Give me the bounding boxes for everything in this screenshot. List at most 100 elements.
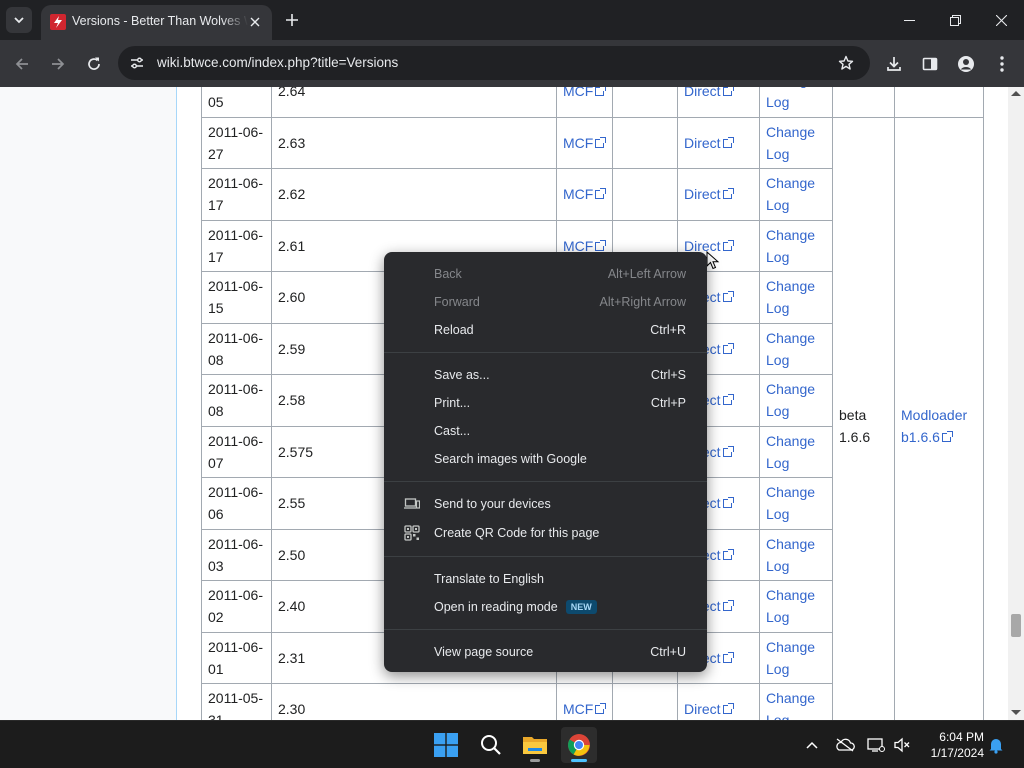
changelog-link-text[interactable]: Change Log	[766, 87, 815, 110]
changelog-link-text[interactable]: Change Log	[766, 484, 815, 522]
menu-item-shortcut: Ctrl+U	[650, 645, 686, 659]
changelog-link[interactable]: Change Log	[759, 580, 833, 633]
external-link-icon	[722, 342, 734, 354]
onedrive-icon[interactable]	[835, 735, 855, 755]
menu-item-qr-code[interactable]: Create QR Code for this page	[384, 519, 707, 547]
changelog-link-text[interactable]: Change Log	[766, 227, 815, 265]
menu-item-back[interactable]: Back Alt+Left Arrow	[384, 260, 707, 288]
show-hidden-icons-button[interactable]	[802, 735, 822, 755]
forward-button[interactable]	[44, 50, 72, 78]
profile-button[interactable]	[952, 50, 980, 78]
changelog-link[interactable]: Change Log	[759, 219, 833, 272]
network-icon[interactable]	[866, 735, 886, 755]
start-button[interactable]	[428, 727, 464, 763]
chrome-menu-button[interactable]	[988, 50, 1016, 78]
date-cell: 2011-06- 07	[201, 425, 272, 478]
changelog-link-text[interactable]: Change Log	[766, 433, 815, 471]
mcf-link[interactable]: MCF	[556, 87, 613, 118]
menu-item-print[interactable]: Print... Ctrl+P	[384, 389, 707, 417]
chrome-taskbar-button[interactable]	[561, 727, 597, 763]
close-tab-icon[interactable]	[244, 11, 266, 33]
address-bar[interactable]: wiki.btwce.com/index.php?title=Versions	[118, 46, 870, 80]
direct-link[interactable]: Direct	[677, 87, 760, 118]
new-tab-button[interactable]	[279, 6, 305, 34]
menu-item-shortcut: Alt+Left Arrow	[607, 267, 686, 281]
mcf-link-text[interactable]: MCF	[563, 701, 593, 717]
menu-item-reload[interactable]: Reload Ctrl+R	[384, 316, 707, 344]
search-button[interactable]	[473, 727, 509, 763]
direct-link[interactable]: Direct	[677, 116, 760, 169]
taskbar-clock[interactable]: 6:04 PM 1/17/2024	[922, 729, 984, 761]
date-cell-text: 2011-06- 03	[208, 535, 264, 574]
menu-item-reading-mode[interactable]: Open in reading mode NEW	[384, 593, 707, 621]
direct-link-text[interactable]: Direct	[684, 135, 721, 151]
external-link-icon	[941, 431, 953, 442]
menu-item-save-as[interactable]: Save as... Ctrl+S	[384, 361, 707, 389]
mcf-link[interactable]: MCF	[556, 683, 613, 720]
date-cell-text: 2011-06- 08	[208, 329, 264, 368]
changelog-link[interactable]: Change Log	[759, 116, 833, 169]
menu-item-label: Back	[434, 267, 462, 281]
mcf-link[interactable]: MCF	[556, 116, 613, 169]
changelog-link[interactable]: Change Log	[759, 87, 833, 118]
changelog-link[interactable]: Change Log	[759, 683, 833, 720]
notification-bell-icon[interactable]	[986, 735, 1006, 755]
changelog-link[interactable]: Change Log	[759, 477, 833, 530]
menu-item-send-to-devices[interactable]: Send to your devices	[384, 490, 707, 518]
direct-link-text[interactable]: Direct	[684, 701, 721, 717]
back-button[interactable]	[8, 50, 36, 78]
scroll-up-arrow-icon[interactable]	[1011, 91, 1021, 96]
minimize-button[interactable]	[886, 0, 932, 40]
mcf-link-text[interactable]: MCF	[563, 87, 593, 99]
direct-link[interactable]: Direct	[677, 168, 760, 221]
menu-item-view-source[interactable]: View page source Ctrl+U	[384, 638, 707, 666]
external-link-icon	[722, 87, 734, 97]
changelog-link[interactable]: Change Log	[759, 528, 833, 581]
menu-item-forward[interactable]: Forward Alt+Right Arrow	[384, 288, 707, 316]
mcf-link[interactable]: MCF	[556, 168, 613, 221]
modloader-link[interactable]: Modloader b1.6.6	[894, 116, 984, 720]
changelog-link[interactable]: Change Log	[759, 374, 833, 427]
volume-muted-icon[interactable]	[892, 735, 912, 755]
mcf-link-text[interactable]: MCF	[563, 186, 593, 202]
changelog-link[interactable]: Change Log	[759, 168, 833, 221]
restore-button[interactable]	[932, 0, 978, 40]
menu-item-translate[interactable]: Translate to English	[384, 565, 707, 593]
menu-separator	[384, 556, 707, 557]
site-info-icon[interactable]	[126, 52, 148, 74]
direct-link[interactable]: Direct	[677, 683, 760, 720]
file-explorer-button[interactable]	[517, 727, 553, 763]
scroll-down-arrow-icon[interactable]	[1011, 710, 1021, 715]
changelog-link[interactable]: Change Log	[759, 271, 833, 324]
changelog-link-text[interactable]: Change Log	[766, 639, 815, 677]
direct-link-text[interactable]: Direct	[684, 186, 721, 202]
mcf-link-text[interactable]: MCF	[563, 135, 593, 151]
direct-link-text[interactable]: Direct	[684, 87, 721, 99]
changelog-link[interactable]: Change Log	[759, 425, 833, 478]
changelog-link[interactable]: Change Log	[759, 631, 833, 684]
reload-button[interactable]	[80, 50, 108, 78]
changelog-link-text[interactable]: Change Log	[766, 587, 815, 625]
menu-item-cast[interactable]: Cast...	[384, 417, 707, 445]
mouse-cursor-icon	[706, 251, 720, 270]
menu-item-search-images[interactable]: Search images with Google	[384, 445, 707, 473]
changelog-link-text[interactable]: Change Log	[766, 536, 815, 574]
changelog-link[interactable]: Change Log	[759, 322, 833, 375]
changelog-link-text[interactable]: Change Log	[766, 175, 815, 213]
changelog-link-text[interactable]: Change Log	[766, 278, 815, 316]
scrollbar-thumb[interactable]	[1011, 614, 1021, 637]
bookmark-star-icon[interactable]	[836, 53, 856, 73]
side-panel-button[interactable]	[916, 50, 944, 78]
app-active-indicator	[571, 759, 587, 762]
tab-search-button[interactable]	[6, 7, 32, 33]
downloads-button[interactable]	[880, 50, 908, 78]
tab-versions[interactable]: Versions - Better Than Wolves Wiki	[41, 5, 272, 40]
page-scrollbar[interactable]	[1008, 87, 1024, 720]
modloader-link-text[interactable]: Modloader b1.6.6	[901, 407, 967, 445]
close-window-button[interactable]	[978, 0, 1024, 40]
changelog-link-text[interactable]: Change Log	[766, 381, 815, 419]
changelog-link-text[interactable]: Change Log	[766, 124, 815, 162]
changelog-link-text[interactable]: Change Log	[766, 330, 815, 368]
changelog-link-text[interactable]: Change Log	[766, 690, 815, 720]
menu-item-label: Open in reading mode NEW	[434, 600, 597, 615]
